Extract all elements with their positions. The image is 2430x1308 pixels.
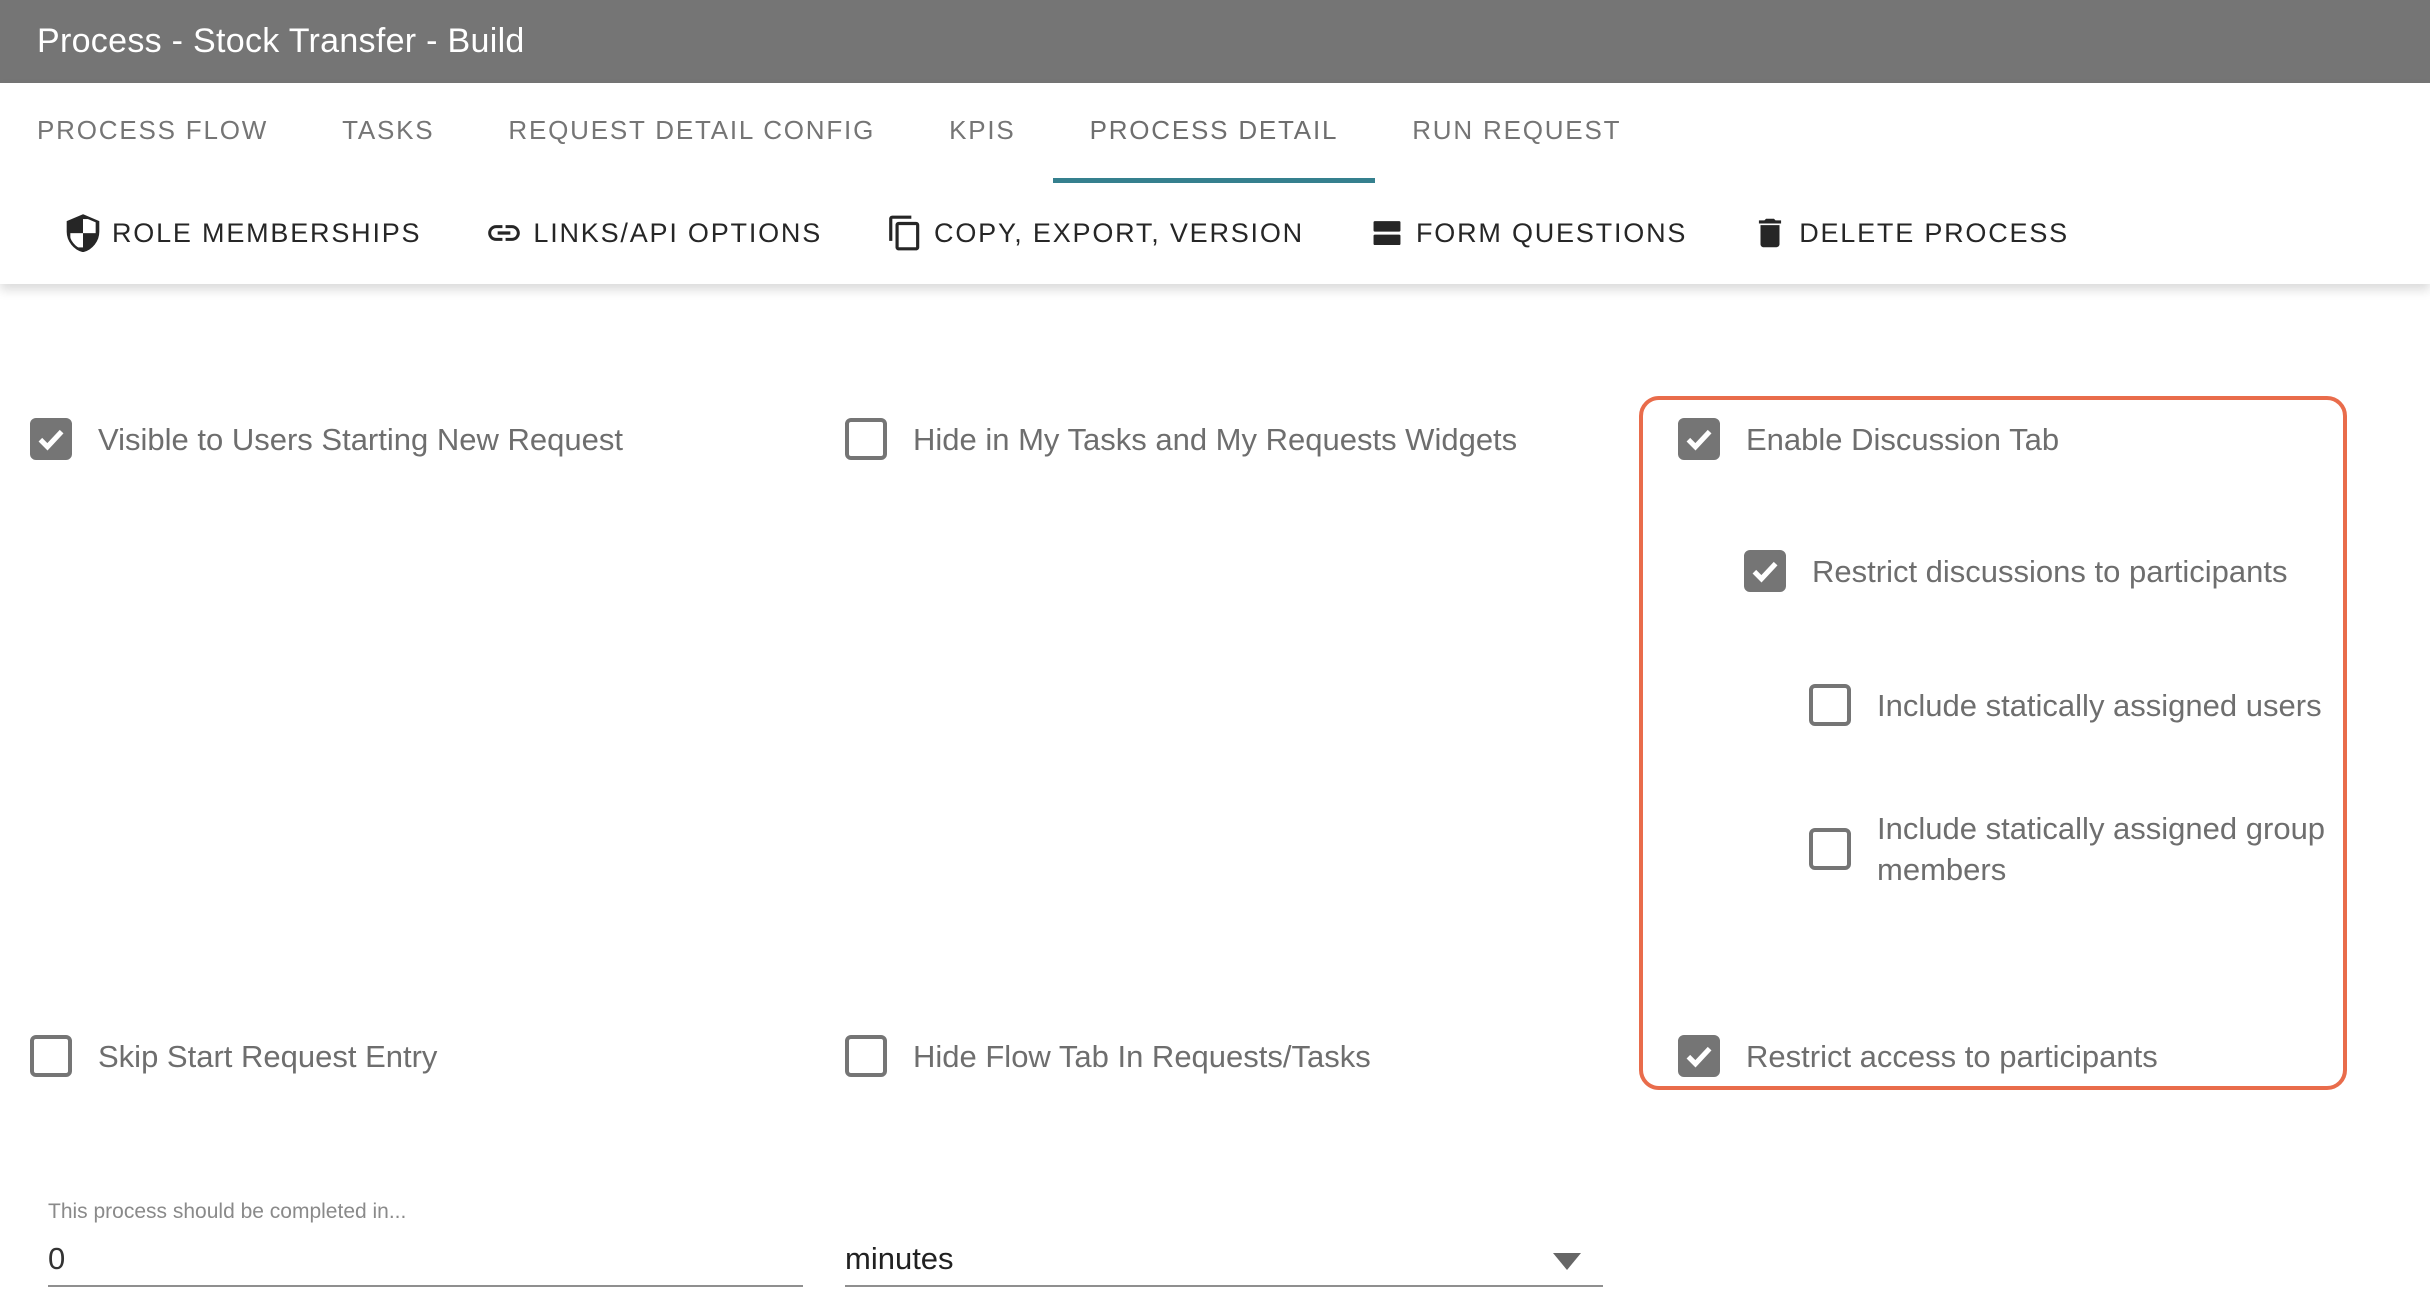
shield-icon: [64, 214, 102, 252]
header: PROCESS FLOW TASKS REQUEST DETAIL CONFIG…: [0, 83, 2430, 284]
copy-icon: [886, 214, 924, 252]
checkbox-enable-discussion-tab[interactable]: Enable Discussion Tab: [1678, 418, 2059, 460]
role-memberships-label: ROLE MEMBERSHIPS: [112, 218, 421, 249]
checkbox[interactable]: [30, 418, 72, 460]
duration-unit-select[interactable]: minutes: [845, 1233, 1603, 1287]
checkbox-include-static-groups[interactable]: Include statically assigned group member…: [1809, 808, 2349, 890]
links-api-options-button[interactable]: LINKS/API OPTIONS: [485, 214, 822, 252]
page-title: Process - Stock Transfer - Build: [37, 22, 525, 61]
tab-tasks[interactable]: TASKS: [305, 83, 471, 183]
role-memberships-button[interactable]: ROLE MEMBERSHIPS: [64, 214, 421, 252]
link-icon: [485, 214, 523, 252]
form-questions-label: FORM QUESTIONS: [1416, 218, 1687, 249]
duration-field-label: This process should be completed in...: [48, 1200, 406, 1224]
tab-kpis[interactable]: KPIS: [912, 83, 1052, 183]
check-icon: [1682, 1039, 1716, 1073]
form-questions-button[interactable]: FORM QUESTIONS: [1368, 214, 1687, 252]
tab-process-detail[interactable]: PROCESS DETAIL: [1053, 83, 1376, 183]
delete-process-button[interactable]: DELETE PROCESS: [1751, 214, 2069, 252]
checkbox[interactable]: [1678, 418, 1720, 460]
delete-process-label: DELETE PROCESS: [1799, 218, 2069, 249]
tab-process-flow[interactable]: PROCESS FLOW: [0, 83, 305, 183]
checkbox-label: Include statically assigned users: [1877, 685, 2322, 726]
checkbox-restrict-discussions[interactable]: Restrict discussions to participants: [1744, 550, 2288, 592]
checkbox-label: Hide in My Tasks and My Requests Widgets: [913, 419, 1517, 460]
copy-export-version-label: COPY, EXPORT, VERSION: [934, 218, 1304, 249]
copy-export-version-button[interactable]: COPY, EXPORT, VERSION: [886, 214, 1304, 252]
dropdown-arrow-icon: [1553, 1253, 1581, 1270]
checkbox-label: Visible to Users Starting New Request: [98, 419, 623, 460]
window-titlebar: Process - Stock Transfer - Build: [0, 0, 2430, 83]
checkbox-visible-to-users[interactable]: Visible to Users Starting New Request: [30, 418, 623, 460]
checkbox[interactable]: [1678, 1035, 1720, 1077]
duration-value-input[interactable]: [48, 1233, 803, 1287]
check-icon: [1748, 554, 1782, 588]
tab-request-detail-config[interactable]: REQUEST DETAIL CONFIG: [471, 83, 912, 183]
tab-bar: PROCESS FLOW TASKS REQUEST DETAIL CONFIG…: [0, 83, 2430, 183]
checkbox-label: Enable Discussion Tab: [1746, 419, 2059, 460]
checkbox[interactable]: [30, 1035, 72, 1077]
checkbox[interactable]: [1809, 828, 1851, 870]
checkbox-restrict-access[interactable]: Restrict access to participants: [1678, 1035, 2158, 1077]
checkbox-hide-in-widgets[interactable]: Hide in My Tasks and My Requests Widgets: [845, 418, 1517, 460]
checkbox[interactable]: [1744, 550, 1786, 592]
checkbox-label: Include statically assigned group member…: [1877, 808, 2347, 890]
checkbox-include-static-users[interactable]: Include statically assigned users: [1809, 684, 2322, 726]
toolbar: ROLE MEMBERSHIPS LINKS/API OPTIONS COPY,…: [0, 183, 2430, 283]
checkbox-label: Restrict discussions to participants: [1812, 551, 2288, 592]
checkbox-label: Skip Start Request Entry: [98, 1036, 437, 1077]
check-icon: [34, 422, 68, 456]
checkbox-label: Hide Flow Tab In Requests/Tasks: [913, 1036, 1371, 1077]
checkbox-hide-flow-tab[interactable]: Hide Flow Tab In Requests/Tasks: [845, 1035, 1371, 1077]
links-api-options-label: LINKS/API OPTIONS: [533, 218, 822, 249]
checkbox[interactable]: [845, 418, 887, 460]
duration-unit-value: minutes: [845, 1241, 954, 1277]
checkbox-label: Restrict access to participants: [1746, 1036, 2158, 1077]
rows-icon: [1368, 214, 1406, 252]
discussion-highlight-box: [1639, 396, 2347, 1090]
checkbox-skip-start-request[interactable]: Skip Start Request Entry: [30, 1035, 437, 1077]
checkbox[interactable]: [845, 1035, 887, 1077]
checkbox[interactable]: [1809, 684, 1851, 726]
check-icon: [1682, 422, 1716, 456]
trash-icon: [1751, 214, 1789, 252]
tab-run-request[interactable]: RUN REQUEST: [1375, 83, 1658, 183]
